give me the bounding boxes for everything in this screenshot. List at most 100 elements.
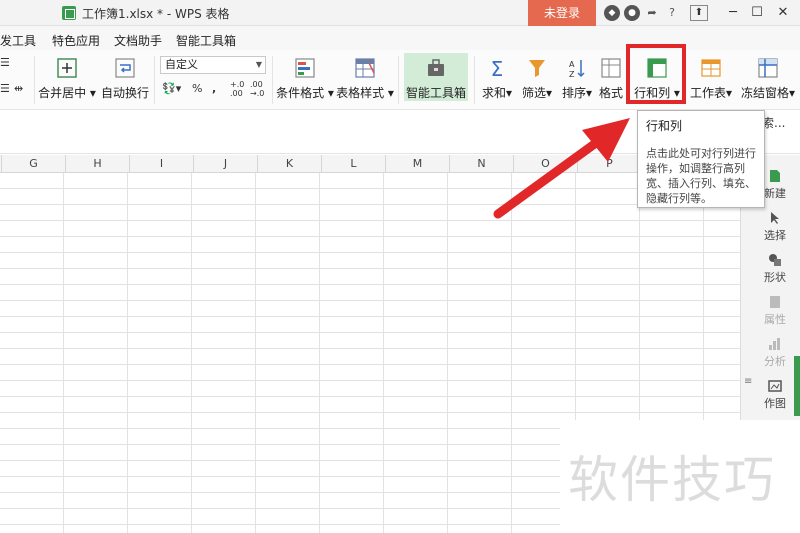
properties-icon [770, 296, 780, 308]
side-select-label: 选择 [764, 229, 786, 242]
side-new-label: 新建 [764, 187, 786, 200]
tooltip-body: 点击此处可对行列进行操作，如调整行高列宽、插入行列、填充、隐藏行列等。 [646, 147, 756, 205]
decrease-decimal-button[interactable]: .00 →.0 [250, 80, 264, 98]
help-icon[interactable]: ? [664, 5, 680, 21]
side-properties-button[interactable]: 属性 [757, 295, 793, 327]
arrow-head [582, 118, 630, 162]
table-style-label: 表格样式 ▾ [336, 86, 394, 100]
svg-text:Σ: Σ [491, 57, 504, 79]
arrow-shaft [493, 135, 605, 219]
column-header-j[interactable]: J [194, 155, 258, 173]
settings-icon[interactable]: ● [624, 5, 640, 21]
distribute-icon[interactable]: ⇹ [14, 82, 23, 95]
conditional-format-label: 条件格式 ▾ [276, 86, 334, 100]
spreadsheet-file-icon [62, 6, 76, 20]
login-button[interactable]: 未登录 [528, 0, 596, 26]
column-header-h[interactable]: H [66, 155, 130, 173]
side-chart-button[interactable]: 作图 [757, 379, 793, 411]
window-title: 工作簿1.xlsx * - WPS 表格 [82, 7, 230, 21]
increase-decimal-button[interactable]: +.0.00 [230, 80, 244, 98]
smart-toolbox-label: 智能工具箱 [405, 86, 466, 100]
column-header-g[interactable]: G [2, 155, 66, 173]
wrap-text-icon [115, 58, 135, 78]
column-header-i[interactable]: I [130, 155, 194, 173]
maximize-button[interactable]: ☐ [746, 2, 768, 24]
menu-developer-tools[interactable]: 发工具 [0, 32, 36, 49]
analysis-icon [769, 338, 780, 350]
table-style-button[interactable]: 表格样式 ▾ [336, 53, 394, 105]
skin-icon[interactable]: ◆ [604, 5, 620, 21]
panel-drag-handle[interactable]: ≡ [744, 376, 752, 387]
column-header-l[interactable]: L [322, 155, 386, 173]
conditional-format-icon [295, 58, 315, 78]
number-format-value: 自定义 [165, 58, 198, 71]
column-header-m[interactable]: M [386, 155, 450, 173]
tooltip-title: 行和列 [646, 119, 683, 133]
watermark-text: 软件技巧 [568, 451, 776, 509]
separator [398, 56, 399, 104]
separator [154, 56, 155, 104]
side-select-button[interactable]: 选择 [757, 211, 793, 243]
side-properties-label: 属性 [764, 313, 786, 326]
sum-button[interactable]: Σ 求和▾ [478, 53, 516, 105]
smart-toolbox-button[interactable]: 智能工具箱 [404, 53, 468, 101]
menu-special-apps[interactable]: 特色应用 [52, 32, 100, 49]
chart-picture-icon [768, 380, 782, 392]
svg-text:A: A [569, 60, 575, 69]
side-shape-label: 形状 [764, 271, 786, 284]
format-icon [601, 58, 621, 78]
chevron-down-icon: ▼ [255, 60, 262, 69]
comma-style-button[interactable]: , [212, 82, 216, 95]
filter-label: 筛选▾ [521, 86, 553, 100]
freeze-panes-label: 冻结窗格▾ [740, 86, 796, 100]
separator [272, 56, 273, 104]
format-button[interactable]: 格式 [596, 53, 626, 105]
align-left-icon[interactable]: ☰ [0, 56, 10, 69]
toolbox-icon [428, 59, 444, 76]
side-analysis-label: 分析 [764, 355, 786, 368]
title-bar: 工作簿1.xlsx * - WPS 表格 未登录 ◆ ● ➦ ? ⬆ ─ ☐ ✕ [0, 0, 800, 26]
wrap-text-label: 自动换行 [100, 86, 149, 100]
highlight-rectangle [626, 44, 686, 104]
wrap-text-button[interactable]: 自动换行 [100, 53, 150, 105]
menu-smart-toolbox[interactable]: 智能工具箱 [176, 32, 236, 49]
worksheet-button[interactable]: 工作表▾ [686, 53, 736, 105]
table-style-icon [355, 58, 375, 78]
new-document-icon [770, 170, 780, 182]
side-chart-label: 作图 [764, 397, 786, 410]
worksheet-label: 工作表▾ [689, 86, 733, 100]
side-shape-button[interactable]: 形状 [757, 253, 793, 285]
minimize-button[interactable]: ─ [722, 2, 744, 24]
filter-icon [529, 60, 545, 77]
indent-icon[interactable]: ☰ [0, 82, 10, 95]
restore-window-icon[interactable]: ⬆ [690, 5, 708, 21]
currency-format-icon[interactable]: 💱▾ [162, 82, 181, 95]
column-header-k[interactable]: K [258, 155, 322, 173]
sort-icon: A Z [569, 60, 585, 79]
search-truncated-label[interactable]: 索... [762, 114, 785, 131]
number-format-select[interactable]: 自定义 ▼ [160, 56, 266, 74]
red-arrow-annotation [493, 118, 630, 219]
sort-button[interactable]: A Z 排序▾ [558, 53, 596, 105]
close-button[interactable]: ✕ [772, 2, 794, 24]
filter-button[interactable]: 筛选▾ [518, 53, 556, 105]
sum-label: 求和▾ [481, 86, 513, 100]
panel-collapse-tab[interactable] [794, 356, 800, 416]
merge-center-label: 合并居中 ▾ [38, 86, 96, 100]
menu-doc-assistant[interactable]: 文档助手 [114, 32, 162, 49]
svg-text:Z: Z [569, 70, 575, 79]
select-cursor-icon [771, 212, 779, 224]
percent-style-button[interactable]: % [192, 82, 202, 95]
conditional-format-button[interactable]: 条件格式 ▾ [276, 53, 334, 105]
sort-label: 排序▾ [561, 86, 593, 100]
separator [34, 56, 35, 104]
merge-center-icon [57, 58, 77, 78]
side-analysis-button[interactable]: 分析 [757, 337, 793, 369]
share-icon[interactable]: ➦ [644, 5, 660, 21]
freeze-panes-button[interactable]: 冻结窗格▾ [736, 53, 800, 105]
format-label: 格式 [598, 86, 623, 100]
freeze-panes-icon [758, 58, 778, 78]
merge-center-button[interactable]: 合并居中 ▾ [38, 53, 96, 105]
rows-cols-tooltip: 行和列 点击此处可对行列进行操作，如调整行高列宽、插入行列、填充、隐藏行列等。 [637, 110, 765, 208]
worksheet-icon [701, 59, 721, 77]
